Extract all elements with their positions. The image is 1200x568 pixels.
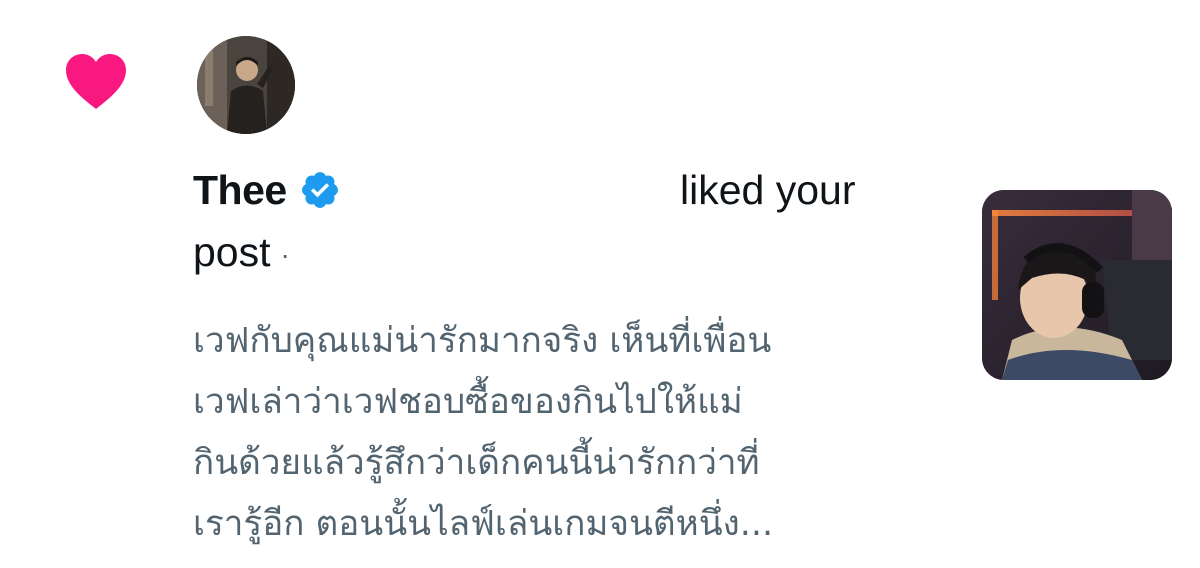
heart-icon	[66, 54, 126, 109]
post-preview-line: เวฟเล่าว่าเวฟชอบซื้อของกินไปให้แม่	[193, 382, 743, 422]
user-name[interactable]: Thee	[193, 167, 287, 214]
post-thumbnail[interactable]	[982, 190, 1172, 380]
user-name-row: Thee	[193, 166, 341, 214]
avatar-photo	[197, 36, 295, 134]
post-preview-line: เวฟกับคุณแม่น่ารักมากจริง เห็นที่เพื่อน	[193, 321, 772, 361]
post-preview-line: กินด้วยแล้วรู้สึกว่าเด็กคนนี้น่ารักกว่าท…	[193, 443, 760, 483]
action-text-continued: post ·	[193, 228, 290, 276]
action-object: post	[193, 229, 271, 275]
avatar[interactable]	[197, 36, 295, 134]
post-preview-line: เรารู้อีก ตอนนั้นไลฟ์เล่นเกมจนตีหนึ่ง...	[193, 504, 774, 544]
action-text: liked your	[680, 167, 856, 213]
separator-dot: ·	[280, 239, 290, 271]
verified-badge-icon	[301, 172, 338, 208]
thumbnail-photo	[982, 190, 1172, 380]
post-preview[interactable]: เวฟกับคุณแม่น่ารักมากจริง เห็นที่เพื่อน …	[193, 311, 943, 555]
